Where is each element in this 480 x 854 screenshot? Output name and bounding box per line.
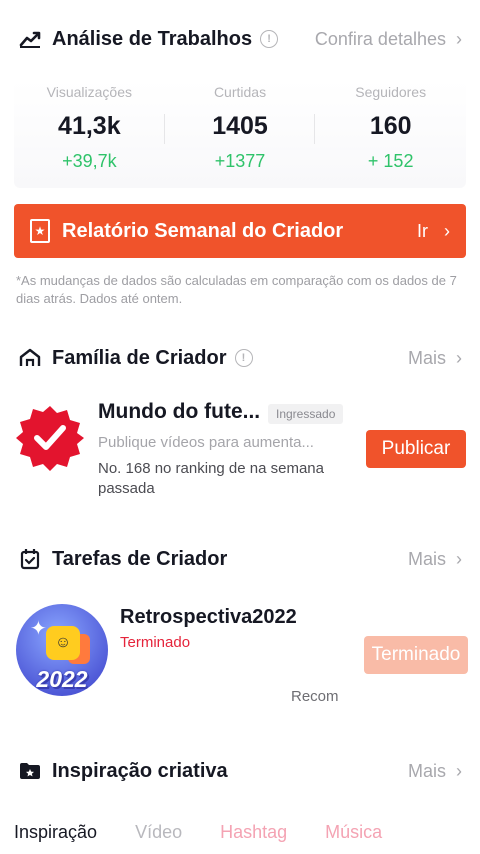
stat-label: Seguidores [355, 84, 427, 100]
folder-star-icon [18, 759, 42, 783]
task-name: Retrospectiva2022 [120, 606, 297, 628]
calendar-check-icon [18, 547, 42, 571]
analysis-header[interactable]: Análise de Trabalhos ! Confira detalhes … [18, 24, 462, 54]
more-label: Mais [407, 548, 446, 569]
analysis-title: Análise de Trabalhos [52, 27, 253, 50]
stat-value: 1405 [212, 112, 268, 140]
family-title: Família de Criador [52, 346, 227, 369]
stat-delta: + 152 [367, 151, 414, 171]
stat-delta: +1377 [214, 151, 266, 171]
details-label: Confira detalhes [314, 28, 446, 49]
go-link[interactable]: Ir › [417, 221, 450, 242]
stat-delta: +39,7k [62, 151, 117, 171]
weekly-report-button[interactable]: ★ Relatório Semanal do Criador Ir › [14, 204, 466, 258]
stat-likes[interactable]: Curtidas 1405 +1377 [165, 80, 316, 188]
mascot-icon: ☺ [46, 626, 80, 660]
stat-label: Curtidas [213, 84, 267, 100]
task-status: Terminado [120, 634, 191, 651]
family-subtitle: Publique vídeos para aumenta... [98, 434, 314, 451]
inspiration-title: Inspiração criativa [52, 759, 228, 782]
task-finished-button[interactable]: Terminado [364, 636, 468, 674]
inspiration-more-link[interactable]: Mais › [408, 761, 462, 782]
tab-inspiracao[interactable]: Inspiração [14, 822, 97, 843]
chevron-right-icon: › [456, 548, 462, 569]
stat-value: 160 [369, 112, 412, 140]
info-icon[interactable]: ! [234, 349, 253, 367]
chevron-right-icon: › [456, 28, 462, 49]
task-card[interactable]: ✦ ☺ 2022 Retrospectiva2022 Terminado Ter… [14, 604, 468, 705]
chevron-right-icon: › [444, 220, 450, 241]
task-thumbnail: ✦ ☺ 2022 [16, 604, 108, 696]
inspiration-tabs: Inspiração Vídeo Hashtag Música [14, 818, 480, 846]
family-header[interactable]: Família de Criador ! Mais › [18, 343, 462, 373]
tab-video[interactable]: Vídeo [135, 822, 182, 843]
family-rank: No. 168 no ranking de na semana passada [98, 460, 324, 497]
stat-followers[interactable]: Seguidores 160 + 152 [315, 80, 466, 188]
joined-tag: Ingressado [268, 404, 344, 424]
thumbnail-year: 2022 [36, 666, 88, 692]
info-icon[interactable]: ! [260, 30, 279, 48]
sparkle-icon: ✦ [30, 618, 47, 640]
tab-musica[interactable]: Música [325, 822, 382, 843]
stats-panel: Visualizações 41,3k +39,7k Curtidas 1405… [14, 80, 466, 188]
more-label: Mais [407, 347, 446, 368]
verified-badge-icon [16, 404, 84, 472]
recom-label: Recom [291, 688, 339, 705]
go-label: Ir [417, 220, 428, 241]
weekly-report-label: Relatório Semanal do Criador [62, 219, 344, 242]
tasks-title: Tarefas de Criador [52, 547, 228, 570]
stat-views[interactable]: Visualizações 41,3k +39,7k [14, 80, 165, 188]
chevron-right-icon: › [456, 760, 462, 781]
publish-button[interactable]: Publicar [366, 430, 466, 468]
inspiration-header[interactable]: Inspiração criativa Mais › [18, 756, 462, 786]
tab-hashtag[interactable]: Hashtag [220, 822, 287, 843]
family-more-link[interactable]: Mais › [408, 348, 462, 369]
analysis-details-link[interactable]: Confira detalhes › [315, 29, 462, 50]
data-footnote: *As mudanças de dados são calculadas em … [16, 273, 457, 306]
report-document-icon: ★ [30, 219, 50, 243]
trend-chart-icon [18, 27, 42, 51]
tasks-more-link[interactable]: Mais › [408, 549, 462, 570]
family-name: Mundo do fute... [98, 400, 261, 423]
tasks-header[interactable]: Tarefas de Criador Mais › [18, 544, 462, 574]
chevron-right-icon: › [456, 347, 462, 368]
house-icon [18, 346, 42, 370]
more-label: Mais [407, 760, 446, 781]
stat-value: 41,3k [58, 112, 121, 140]
family-card[interactable]: Mundo do fute... Ingressado Publique víd… [14, 396, 466, 506]
stat-label: Visualizações [46, 84, 133, 100]
